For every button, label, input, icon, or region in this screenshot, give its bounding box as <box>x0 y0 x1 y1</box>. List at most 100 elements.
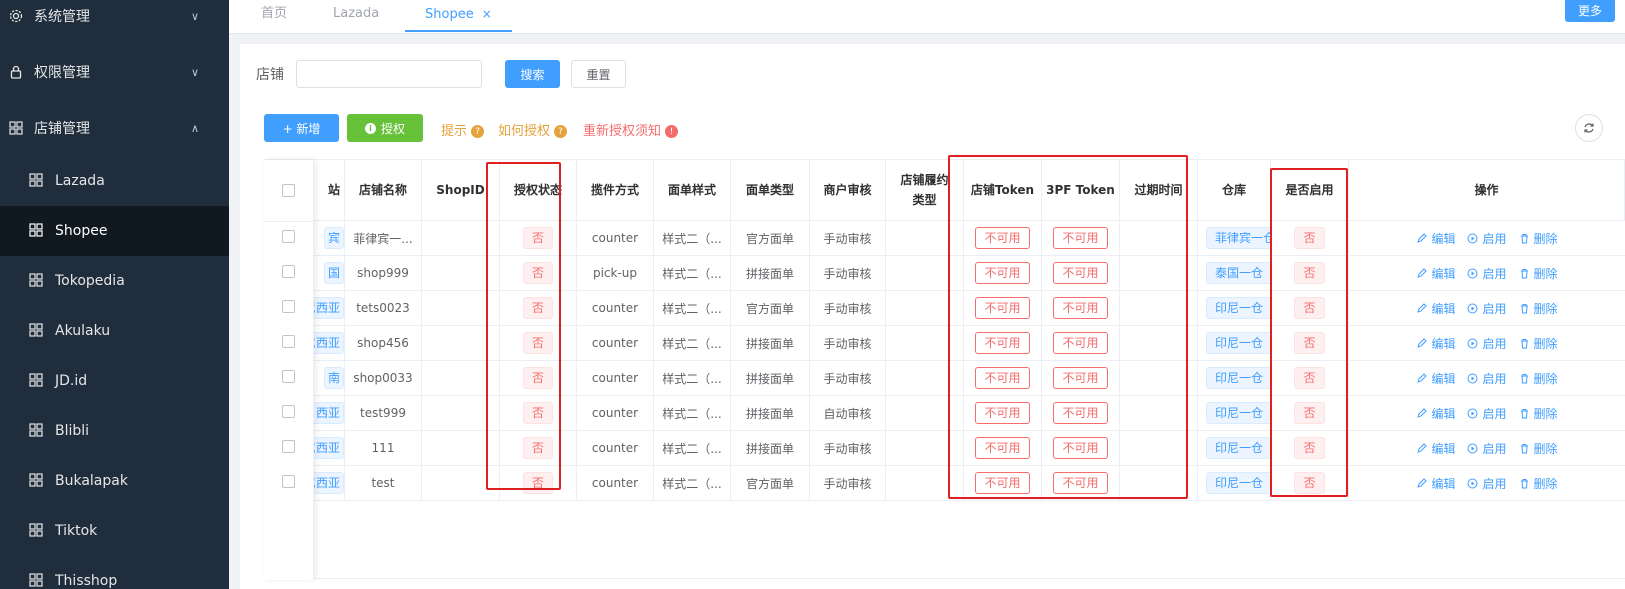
row-checkbox[interactable] <box>282 230 295 243</box>
search-button[interactable]: 搜索 <box>505 60 560 88</box>
table-header: 站店铺名称 ShopID 授权状态 揽件方式 面单样式 面单类型 商户审核 店铺履约类型 店铺T… <box>264 160 1625 221</box>
delete-label: 删除 <box>1533 266 1558 281</box>
row-checkbox[interactable] <box>282 335 295 348</box>
table-row: 国 shop999 否 pick-up 样式二（... 拼接面单 手动审核 不可用 不可用 泰国一… <box>264 256 1625 291</box>
edit-icon <box>1417 407 1428 418</box>
sidebar-item-lazada[interactable]: Lazada <box>0 156 229 206</box>
cell-style: 样式二（... <box>654 396 731 430</box>
cell-type: 官方面单 <box>731 221 810 255</box>
hint-how-authorize[interactable]: 如何授权? <box>498 120 568 139</box>
play-circle-icon <box>1467 478 1478 488</box>
column-header-site[interactable]: 站 <box>314 160 345 220</box>
sidebar-item-tiktok[interactable]: Tiktok <box>0 506 229 556</box>
enable-button[interactable]: 启用 <box>1467 230 1507 247</box>
edit-button[interactable]: 编辑 <box>1416 335 1455 352</box>
row-checkbox[interactable] <box>282 440 295 453</box>
hint-tip[interactable]: 提示? <box>441 120 485 139</box>
cell-ops: 编辑 启用 删除 <box>1349 396 1625 430</box>
sidebar-item-tokopedia[interactable]: Tokopedia <box>0 256 229 306</box>
edit-button[interactable]: 编辑 <box>1416 405 1455 422</box>
row-checkbox[interactable] <box>282 265 295 278</box>
delete-button[interactable]: 删除 <box>1519 405 1558 422</box>
select-all-checkbox[interactable] <box>282 184 295 197</box>
reset-button[interactable]: 重置 <box>571 60 626 88</box>
authorize-button[interactable]: i 授权 <box>347 114 423 142</box>
row-checkbox[interactable] <box>282 300 295 313</box>
cell-ops: 编辑 启用 删除 <box>1349 291 1625 325</box>
cell-name: shop0033 <box>345 361 422 395</box>
enable-button[interactable]: 启用 <box>1467 370 1507 387</box>
cell-style: 样式二（... <box>654 466 731 500</box>
edit-button[interactable]: 编辑 <box>1416 370 1455 387</box>
column-header-type[interactable]: 面单类型 <box>731 160 810 220</box>
column-header-name[interactable]: 店铺名称 <box>345 160 422 220</box>
cell-warehouse: 印尼一仓 <box>1198 396 1271 430</box>
enable-button[interactable]: 启用 <box>1467 335 1507 352</box>
edit-button[interactable]: 编辑 <box>1416 230 1455 247</box>
cell-name: 111 <box>345 431 422 465</box>
edit-button[interactable]: 编辑 <box>1416 300 1455 317</box>
enable-button[interactable]: 启用 <box>1467 440 1507 457</box>
sidebar-item-bukalapak[interactable]: Bukalapak <box>0 456 229 506</box>
close-icon[interactable]: × <box>482 7 492 21</box>
cell-pickup: counter <box>577 466 654 500</box>
site-tag: 尼西亚 <box>314 472 344 494</box>
sidebar-item-shopee[interactable]: Shopee <box>0 206 229 256</box>
column-header-pickup[interactable]: 揽件方式 <box>577 160 654 220</box>
row-checkbox[interactable] <box>282 475 295 488</box>
row-checkbox[interactable] <box>282 370 295 383</box>
tab-lazada[interactable]: Lazada <box>333 0 379 32</box>
row-checkbox[interactable] <box>282 405 295 418</box>
delete-button[interactable]: 删除 <box>1519 475 1558 492</box>
edit-icon <box>1417 302 1428 313</box>
enable-button[interactable]: 启用 <box>1467 300 1507 317</box>
sidebar-item-akulaku[interactable]: Akulaku <box>0 306 229 356</box>
sidebar-item-jd-id[interactable]: JD.id <box>0 356 229 406</box>
sidebar-item-blibli[interactable]: Blibli <box>0 406 229 456</box>
menu-group-permission[interactable]: 权限管理 ∨ <box>0 44 229 100</box>
menu-group-system[interactable]: 系统管理 ∨ <box>0 0 229 44</box>
sidebar-item-thisshop[interactable]: Thisshop <box>0 556 229 589</box>
enable-button[interactable]: 启用 <box>1467 405 1507 422</box>
column-header-review[interactable]: 商户审核 <box>810 160 886 220</box>
warehouse-tag: 印尼一仓 <box>1206 402 1270 424</box>
enable-label: 启用 <box>1482 476 1507 491</box>
warehouse-tag: 印尼一仓 <box>1206 367 1270 389</box>
delete-button[interactable]: 删除 <box>1519 370 1558 387</box>
edit-button[interactable]: 编辑 <box>1416 475 1455 492</box>
cell-site: 尼西亚 <box>314 466 345 500</box>
cell-pickup: counter <box>577 326 654 360</box>
grid-icon <box>29 323 45 339</box>
add-button[interactable]: + 新增 <box>264 114 339 142</box>
menu-group-store[interactable]: 店铺管理 ∧ <box>0 100 229 156</box>
hint-label: 重新授权须知 <box>583 124 662 139</box>
cell-warehouse: 印尼一仓 <box>1198 431 1271 465</box>
tab-shopee[interactable]: Shopee × <box>405 0 512 32</box>
delete-button[interactable]: 删除 <box>1519 300 1558 317</box>
menu-group-label: 权限管理 <box>34 65 90 81</box>
hint-reauthorize[interactable]: 重新授权须知! <box>583 120 679 139</box>
delete-button[interactable]: 删除 <box>1519 335 1558 352</box>
cell-review: 手动审核 <box>810 221 886 255</box>
delete-button[interactable]: 删除 <box>1519 230 1558 247</box>
edit-button[interactable]: 编辑 <box>1416 265 1455 282</box>
delete-button[interactable]: 删除 <box>1519 440 1558 457</box>
edit-button[interactable]: 编辑 <box>1416 440 1455 457</box>
menu-group-label: 店铺管理 <box>34 121 90 137</box>
column-header-warehouse[interactable]: 仓库 <box>1198 160 1271 220</box>
cell-type: 拼接面单 <box>731 396 810 430</box>
chevron-up-icon: ∧ <box>190 121 199 135</box>
enable-label: 启用 <box>1482 441 1507 456</box>
tab-home[interactable]: 首页 <box>261 0 287 32</box>
enable-button[interactable]: 启用 <box>1467 265 1507 282</box>
enable-button[interactable]: 启用 <box>1467 475 1507 492</box>
more-button[interactable]: 更多 <box>1565 0 1615 22</box>
cell-style: 样式二（... <box>654 326 731 360</box>
refresh-button[interactable] <box>1575 114 1603 142</box>
enable-label: 启用 <box>1482 371 1507 386</box>
warehouse-tag: 菲律宾一仓 <box>1206 227 1270 249</box>
column-header-style[interactable]: 面单样式 <box>654 160 731 220</box>
column-header-ops[interactable]: 操作 <box>1349 160 1625 220</box>
delete-button[interactable]: 删除 <box>1519 265 1558 282</box>
store-search-input[interactable] <box>296 60 482 88</box>
